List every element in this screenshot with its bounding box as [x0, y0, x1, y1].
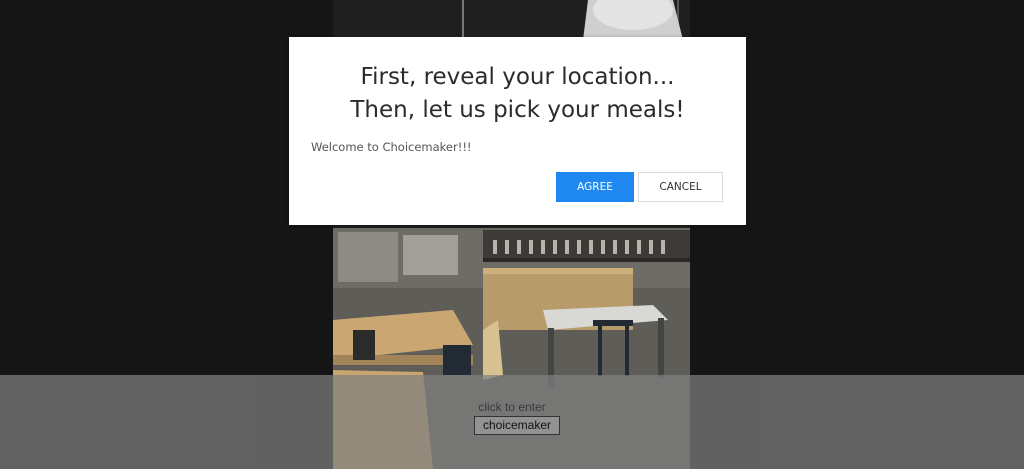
dialog-title: First, reveal your location... Then, let… — [289, 61, 746, 127]
enter-choicemaker-button[interactable]: choicemaker — [474, 416, 560, 435]
dialog-title-line-1: First, reveal your location... — [360, 64, 675, 90]
dialog-message: Welcome to Choicemaker!!! — [311, 140, 472, 154]
page: click to enter choicemaker First, reveal… — [0, 0, 1024, 469]
enter-hint-text: click to enter — [478, 400, 546, 414]
location-permission-dialog: First, reveal your location... Then, let… — [289, 37, 746, 225]
dialog-title-line-2: Then, let us pick your meals! — [350, 97, 685, 123]
agree-button[interactable]: AGREE — [556, 172, 634, 202]
cancel-button[interactable]: CANCEL — [638, 172, 723, 202]
